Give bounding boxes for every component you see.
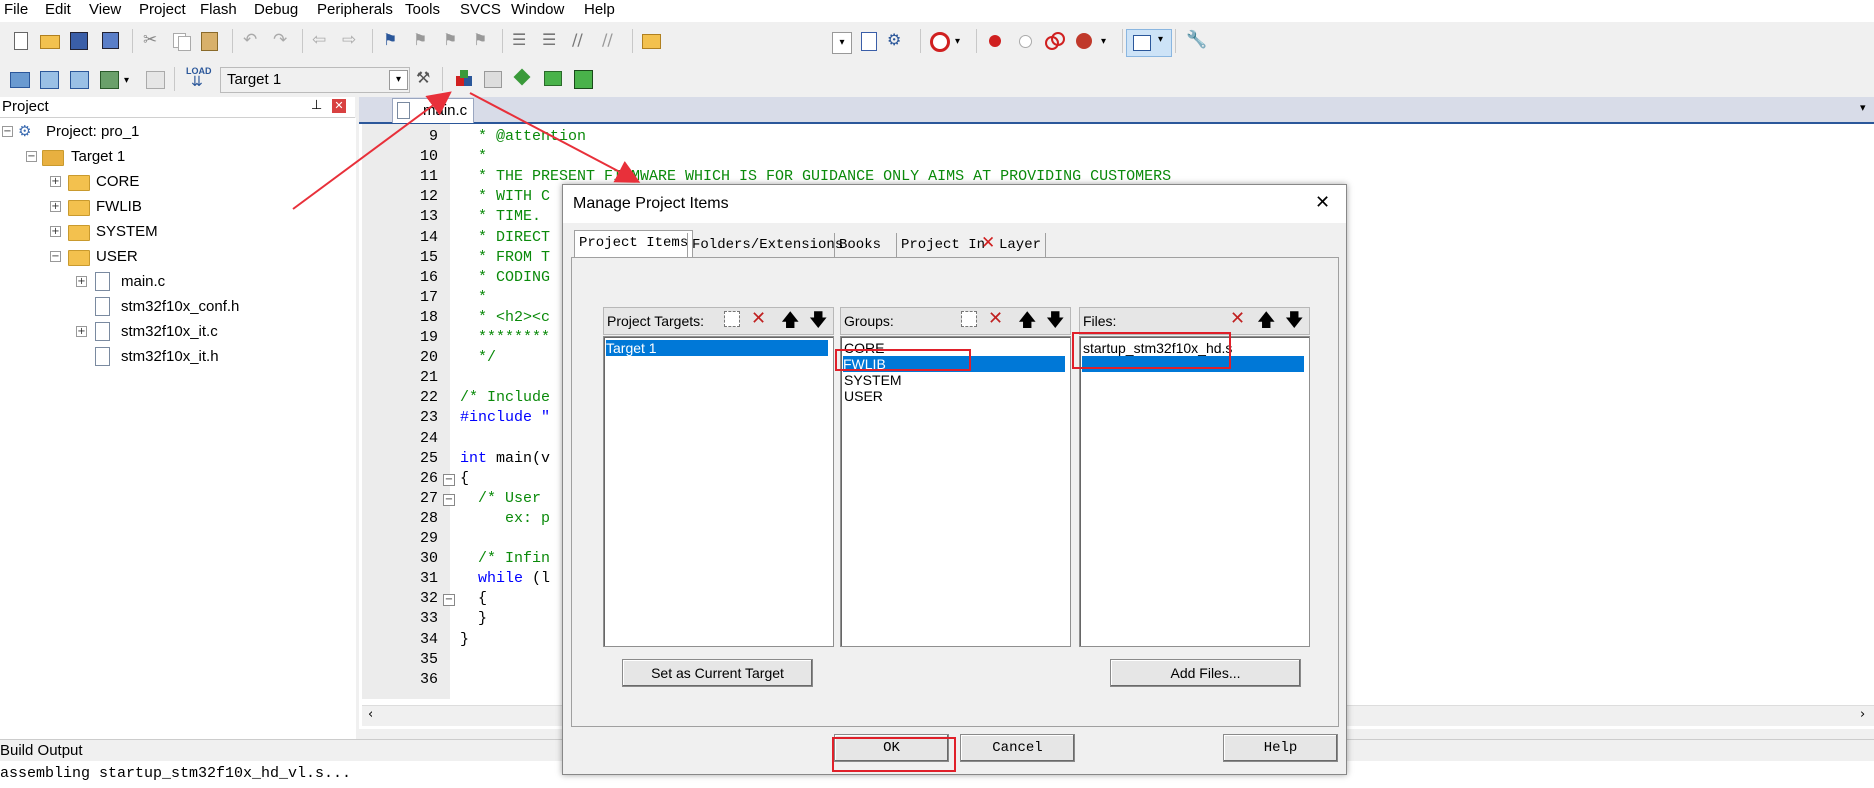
annotation-arrow-to-toolbar: [292, 91, 452, 210]
annotation-arrows: [292, 91, 641, 210]
annotation-arrow-to-dialog: [469, 92, 641, 183]
